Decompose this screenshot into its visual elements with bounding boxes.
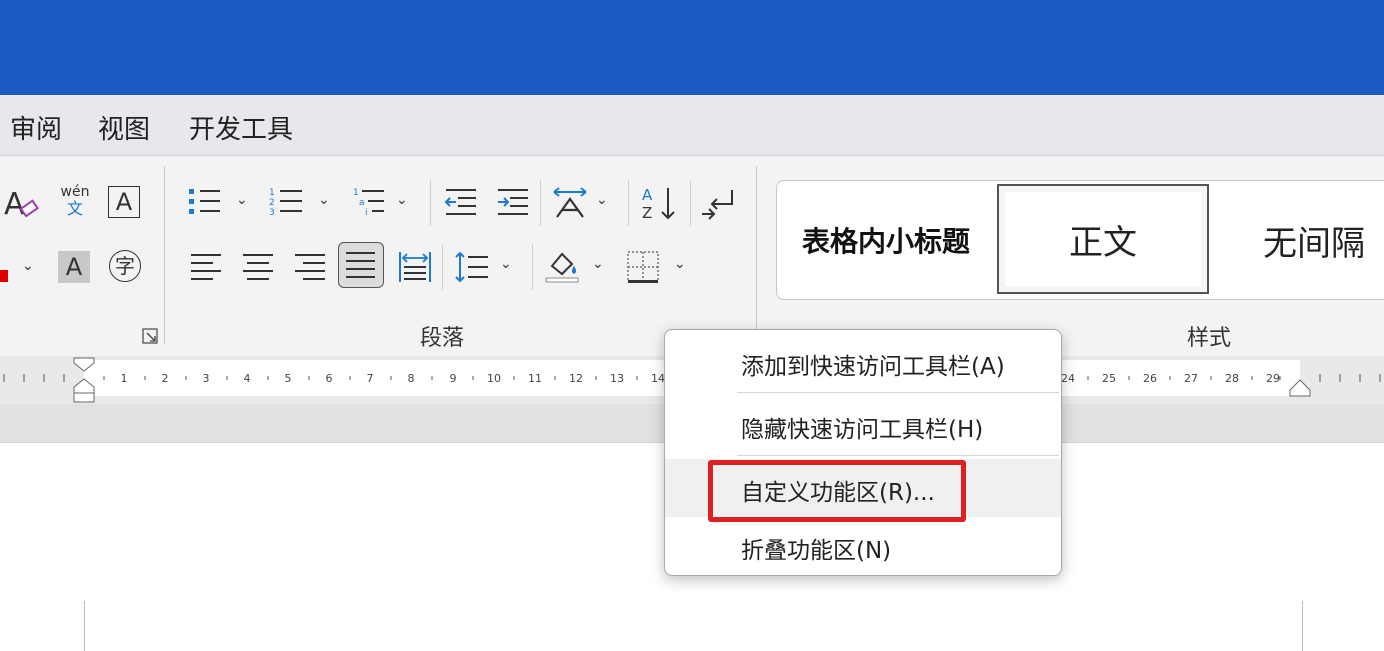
chevron-down-icon[interactable]: ⌄	[592, 256, 604, 272]
svg-text:2: 2	[269, 198, 275, 208]
red-highlight-annotation	[708, 460, 966, 522]
style-no-spacing[interactable]: 无间隔	[1211, 181, 1384, 299]
divider	[540, 180, 541, 226]
numbering-icon[interactable]: 123	[268, 186, 304, 222]
chevron-down-icon[interactable]: ⌄	[22, 258, 34, 274]
tab-view[interactable]: 视图	[98, 109, 150, 146]
svg-text:A: A	[4, 187, 25, 222]
svg-text:a: a	[359, 198, 365, 208]
chevron-down-icon[interactable]: ⌄	[596, 192, 608, 208]
chevron-down-icon[interactable]: ⌄	[674, 256, 686, 272]
phonetic-label: wén	[60, 184, 90, 200]
justify-icon	[346, 252, 375, 278]
page-margin-guide	[1302, 601, 1303, 651]
font-color-swatch[interactable]	[0, 270, 8, 282]
ruler-number: 8	[407, 372, 415, 385]
distributed-icon[interactable]	[398, 250, 432, 288]
ruler-number: 9	[449, 372, 457, 385]
align-center-icon[interactable]	[242, 252, 274, 286]
title-bar	[0, 0, 1384, 95]
menu-item-collapse-ribbon[interactable]: 折叠功能区(N)	[665, 517, 1061, 575]
page-margin-guide	[84, 601, 85, 651]
ribbon-context-menu: 添加到快速访问工具栏(A) 隐藏快速访问工具栏(H) 自定义功能区(R)... …	[664, 329, 1062, 576]
increase-indent-icon[interactable]	[496, 186, 530, 222]
character-shading-icon[interactable]: A	[58, 251, 90, 283]
chevron-down-icon[interactable]: ⌄	[500, 256, 512, 272]
ruler-number: 4	[243, 372, 251, 385]
ruler-number: 5	[284, 372, 292, 385]
shading-icon[interactable]	[544, 248, 582, 288]
menu-item-add-to-quick-access[interactable]: 添加到快速访问工具栏(A)	[665, 333, 1061, 391]
svg-text:1: 1	[269, 188, 275, 198]
style-table-subheading[interactable]: 表格内小标题	[777, 181, 995, 299]
ruler-number: 29	[1266, 372, 1280, 385]
chinese-layout-icon[interactable]	[552, 186, 588, 224]
ruler-number: 7	[366, 372, 374, 385]
menu-item-hide-quick-access[interactable]: 隐藏快速访问工具栏(H)	[665, 396, 1061, 454]
svg-text:A: A	[642, 186, 653, 204]
style-name: 正文	[1069, 222, 1137, 263]
character-border-icon[interactable]: A	[108, 186, 140, 218]
svg-text:1: 1	[353, 188, 359, 198]
svg-text:3: 3	[269, 208, 275, 218]
align-right-icon[interactable]	[294, 252, 326, 286]
decrease-indent-icon[interactable]	[444, 186, 478, 222]
menu-separator	[737, 392, 1059, 393]
divider	[430, 180, 431, 226]
style-name: 表格内小标题	[801, 225, 970, 258]
style-normal[interactable]: 正文	[997, 184, 1209, 294]
styles-gallery: 表格内小标题 正文 无间隔	[776, 180, 1384, 300]
divider	[690, 180, 691, 226]
borders-icon[interactable]	[626, 250, 660, 288]
ruler-number: 26	[1143, 372, 1157, 385]
ruler-number: 27	[1184, 372, 1198, 385]
menu-item-label: 折叠功能区(N)	[741, 538, 892, 564]
group-divider	[164, 166, 165, 344]
divider	[442, 244, 443, 290]
styles-group-label: 样式	[1187, 326, 1232, 351]
bullets-icon[interactable]	[188, 186, 222, 222]
tab-review[interactable]: 审阅	[10, 109, 62, 146]
ruler-number: 25	[1102, 372, 1116, 385]
dialog-launcher-icon[interactable]	[142, 328, 158, 348]
ruler-number: 2	[161, 372, 169, 385]
chevron-down-icon[interactable]: ⌄	[318, 192, 330, 208]
enclose-characters-icon[interactable]: 字	[109, 250, 141, 282]
menu-item-label: 添加到快速访问工具栏(A)	[741, 354, 1005, 380]
svg-text:Z: Z	[642, 204, 652, 222]
phonetic-char: 文	[66, 199, 83, 218]
svg-text:i: i	[365, 208, 368, 218]
ruler-number: 12	[569, 372, 583, 385]
ribbon-tabs: 审阅 视图 开发工具	[0, 95, 1384, 156]
phonetic-guide-icon[interactable]: wén 文	[58, 184, 92, 218]
divider	[532, 244, 533, 290]
paragraph-group-label: 段落	[420, 326, 465, 351]
align-left-icon[interactable]	[190, 252, 222, 286]
menu-separator	[737, 455, 1059, 456]
sort-icon[interactable]: AZ	[640, 184, 680, 226]
justify-button[interactable]	[338, 242, 384, 288]
menu-item-label: 隐藏快速访问工具栏(H)	[741, 417, 984, 443]
ruler-number: 3	[202, 372, 210, 385]
style-name: 无间隔	[1263, 223, 1365, 264]
ruler-number: 28	[1225, 372, 1239, 385]
multilevel-list-icon[interactable]: 1ai	[352, 186, 388, 222]
tab-developer[interactable]: 开发工具	[189, 109, 293, 146]
show-formatting-marks-icon[interactable]	[700, 186, 736, 224]
ruler-number: 1	[120, 372, 128, 385]
first-line-indent-marker[interactable]	[73, 357, 95, 407]
ruler-number: 11	[528, 372, 542, 385]
chevron-down-icon[interactable]: ⌄	[396, 192, 408, 208]
group-divider	[756, 166, 757, 344]
clear-formatting-icon[interactable]: A	[4, 182, 40, 226]
line-spacing-icon[interactable]	[454, 250, 490, 288]
divider	[628, 180, 629, 226]
chevron-down-icon[interactable]: ⌄	[236, 192, 248, 208]
ruler-number: 10	[487, 372, 501, 385]
ruler-number: 6	[325, 372, 333, 385]
ruler-number: 13	[610, 372, 624, 385]
right-indent-marker[interactable]	[1289, 378, 1311, 402]
